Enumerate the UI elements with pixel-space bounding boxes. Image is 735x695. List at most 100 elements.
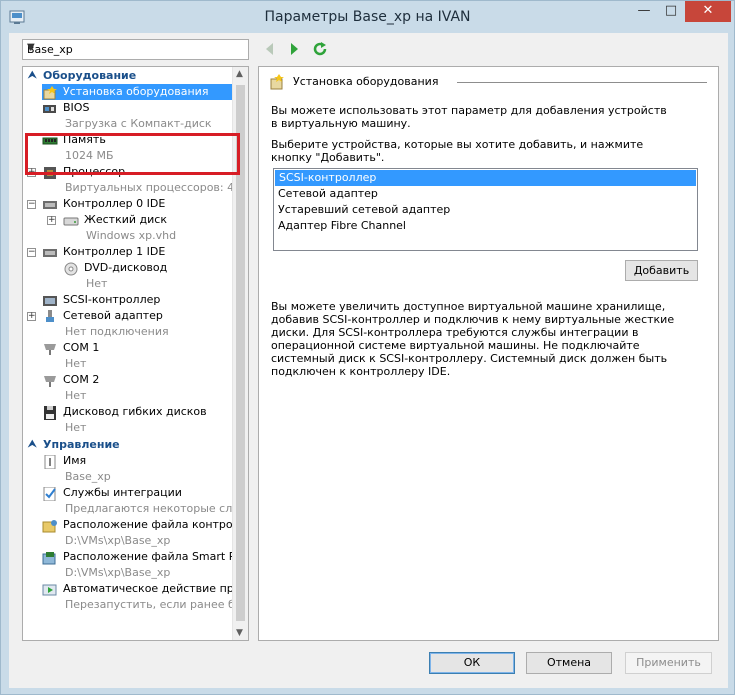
header-divider — [457, 82, 707, 83]
back-arrow-icon[interactable] — [262, 41, 278, 57]
tree-item-label: COM 1 — [63, 341, 100, 354]
tree-item-add-hardware[interactable]: Установка оборудования — [23, 84, 234, 100]
tree-item-label: DVD-дисковод — [84, 261, 168, 274]
tree-item-label: BIOS — [63, 101, 90, 114]
maximize-button[interactable]: □ — [658, 1, 684, 22]
tree-item-label: Дисковод гибких дисков — [63, 405, 207, 418]
dialog-client-area: Base_xp ▼ ⮝ Оборудование Установка обору… — [9, 33, 728, 688]
tree-item-detail: Нет — [65, 357, 87, 370]
tree-item-detail: D:\VMs\xp\Base_xp — [65, 566, 171, 579]
scsi-controller-icon — [42, 294, 58, 308]
add-hardware-icon — [42, 86, 58, 100]
tree-item-label: Контроллер 0 IDE — [63, 197, 166, 210]
collapse-chevron-icon: ⮝ — [28, 439, 37, 450]
tree-item-detail: Загрузка с Компакт-диск — [65, 117, 212, 130]
intro-text: Вы можете использовать этот параметр для… — [271, 104, 667, 130]
tree-item-label: Расположение файла контрол... — [63, 518, 234, 531]
tree-item-detail: Base_xp — [65, 470, 111, 483]
device-list-item[interactable]: SCSI-контроллер — [275, 170, 696, 186]
name-document-icon — [42, 455, 58, 469]
com-port-icon — [42, 374, 58, 388]
network-adapter-icon — [42, 310, 58, 324]
tree-item-ide-controller-0[interactable]: − Контроллер 0 IDE — [23, 196, 234, 212]
tree-item-detail: Предлагаются некоторые сл... — [65, 502, 234, 515]
close-button[interactable]: ✕ — [685, 1, 731, 22]
management-section-label: Управление — [43, 438, 120, 451]
tree-item-label: Контроллер 1 IDE — [63, 245, 166, 258]
tree-item-detail: Windows xp.vhd — [86, 229, 177, 242]
management-section-header[interactable]: ⮝ Управление — [23, 437, 234, 453]
tree-item-label: Службы интеграции — [63, 486, 182, 499]
tree-item-integration-services[interactable]: Службы интеграции Предлагаются некоторые… — [23, 485, 234, 517]
tree-item-detail: Нет подключения — [65, 325, 169, 338]
refresh-icon[interactable] — [312, 41, 328, 57]
hard-disk-icon — [63, 214, 79, 228]
ide-controller-icon — [42, 198, 58, 212]
tree-item-scsi-controller[interactable]: SCSI-контроллер — [23, 292, 234, 308]
forward-arrow-icon[interactable] — [286, 41, 302, 57]
tree-item-automatic-action[interactable]: Автоматическое действие пр... Перезапуст… — [23, 581, 234, 613]
minimize-button[interactable]: — — [631, 1, 657, 22]
tree-item-detail: Нет — [65, 421, 87, 434]
info-text: Вы можете увеличить доступное виртуально… — [271, 300, 675, 378]
tree-item-smart-paging-location[interactable]: Расположение файла Smart P... D:\VMs\xp\… — [23, 549, 234, 581]
ide-controller-icon — [42, 246, 58, 260]
device-list-item[interactable]: Адаптер Fibre Channel — [274, 218, 697, 234]
memory-highlight-box — [25, 133, 240, 175]
tree-item-detail: Виртуальных процессоров: 4 — [65, 181, 234, 194]
tree-item-floppy-drive[interactable]: Дисковод гибких дисков Нет — [23, 404, 234, 436]
cancel-button[interactable]: Отмена — [526, 652, 612, 674]
expand-toggle[interactable]: + — [47, 216, 56, 225]
tree-item-label: Жесткий диск — [84, 213, 167, 226]
tree-item-label: SCSI-контроллер — [63, 293, 161, 306]
tree-item-ide-controller-1[interactable]: − Контроллер 1 IDE — [23, 244, 234, 260]
vm-select[interactable]: Base_xp ▼ — [22, 39, 249, 60]
instruction-text: Выберите устройства, которые вы хотите д… — [271, 138, 644, 164]
tree-item-com1[interactable]: COM 1 Нет — [23, 340, 234, 372]
tree-item-hard-disk[interactable]: + Жесткий диск Windows xp.vhd — [23, 212, 234, 244]
tree-item-label: COM 2 — [63, 373, 100, 386]
device-list-item[interactable]: Устаревший сетевой адаптер — [274, 202, 697, 218]
smart-paging-icon — [42, 551, 58, 565]
bios-chip-icon — [42, 102, 58, 116]
floppy-disk-icon — [42, 406, 58, 420]
tree-item-com2[interactable]: COM 2 Нет — [23, 372, 234, 404]
panel-title: Установка оборудования — [293, 75, 439, 88]
expand-toggle[interactable]: + — [27, 312, 36, 321]
scroll-down-icon[interactable]: ▼ — [236, 628, 243, 638]
tree-item-bios[interactable]: BIOS Загрузка с Компакт-диск — [23, 100, 234, 132]
device-list-item[interactable]: Сетевой адаптер — [274, 186, 697, 202]
tree-item-detail: Нет — [65, 389, 87, 402]
dvd-disc-icon — [63, 262, 79, 276]
add-hardware-icon — [269, 74, 285, 90]
details-panel: Установка оборудования Вы можете использ… — [258, 66, 719, 641]
add-button[interactable]: Добавить — [625, 260, 698, 281]
tree-item-label: Сетевой адаптер — [63, 309, 163, 322]
hardware-section-header[interactable]: ⮝ Оборудование — [23, 68, 234, 84]
collapse-toggle[interactable]: − — [27, 200, 36, 209]
tree-item-label: Имя — [63, 454, 87, 467]
tree-item-checkpoint-file-location[interactable]: Расположение файла контрол... D:\VMs\xp\… — [23, 517, 234, 549]
ok-button[interactable]: ОК — [429, 652, 515, 674]
tree-item-label: Автоматическое действие пр... — [63, 582, 234, 595]
tree-item-dvd-drive[interactable]: DVD-дисковод Нет — [23, 260, 234, 292]
chevron-down-icon: ▼ — [27, 42, 35, 53]
tree-item-detail: Перезапустить, если ранее б... — [65, 598, 234, 611]
collapse-chevron-icon: ⮝ — [28, 70, 37, 81]
checkpoint-file-icon — [42, 519, 58, 533]
device-list[interactable]: SCSI-контроллер Сетевой адаптер Устаревш… — [273, 168, 698, 251]
apply-button[interactable]: Применить — [625, 652, 712, 674]
tree-item-name[interactable]: Имя Base_xp — [23, 453, 234, 485]
integration-services-icon — [42, 487, 58, 501]
collapse-toggle[interactable]: − — [27, 248, 36, 257]
automatic-action-icon — [42, 583, 58, 597]
tree-item-detail: D:\VMs\xp\Base_xp — [65, 534, 171, 547]
tree-item-network-adapter[interactable]: + Сетевой адаптер Нет подключения — [23, 308, 234, 340]
hardware-section-label: Оборудование — [43, 69, 137, 82]
title-bar: Параметры Base_xp на IVAN — □ ✕ — [1, 1, 734, 35]
tree-item-label: Установка оборудования — [42, 84, 234, 100]
tree-item-detail: Нет — [86, 277, 108, 290]
scroll-up-icon[interactable]: ▲ — [236, 69, 243, 79]
settings-window: Параметры Base_xp на IVAN — □ ✕ Base_xp … — [0, 0, 735, 695]
tree-item-label: Расположение файла Smart P... — [63, 550, 234, 563]
